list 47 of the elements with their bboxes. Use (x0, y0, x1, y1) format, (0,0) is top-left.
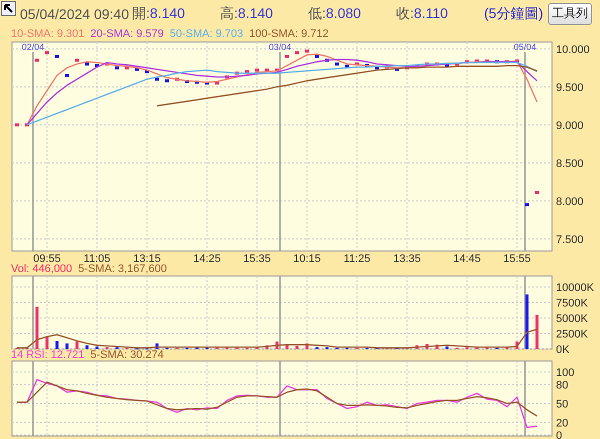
date-time: 05/04/2024 09:40 (20, 6, 130, 22)
legend-label: 10-SMA: 9.301 (11, 27, 84, 41)
date-label: 05/04 (514, 42, 536, 52)
axis-label: 8.000 (556, 196, 584, 208)
legend-label: 100-SMA: 9.712 (249, 27, 329, 41)
axis-label: 10.000 (556, 44, 590, 56)
axis-label: 7.500 (556, 234, 584, 246)
quote-label: 收: (396, 4, 414, 20)
axis-label: 13:15 (133, 253, 161, 265)
axis-label: 15:55 (503, 253, 531, 265)
quote-label: 高: (220, 4, 238, 20)
date-label: 02/04 (22, 42, 44, 52)
axis-label: 14:45 (453, 253, 481, 265)
axis-label: 11:05 (84, 253, 110, 265)
legend-label: 20-SMA: 9.579 (90, 27, 164, 41)
quote-value: 8.140 (238, 4, 273, 20)
axis-label: 80 (556, 380, 568, 392)
legend-label: 50-SMA: 9.703 (170, 27, 244, 41)
axis-label: 11:25 (344, 253, 370, 265)
axis-label: 15:35 (243, 253, 271, 265)
legend-label: 5-SMA: 30.274 (90, 350, 164, 361)
axis-label: 8.500 (556, 158, 584, 170)
axis-label: 50 (556, 398, 568, 410)
quote-value: 8.140 (150, 4, 185, 20)
quote-value: 8.080 (326, 4, 361, 20)
axis-label: 0K (556, 344, 570, 356)
quote-value: 8.110 (414, 4, 448, 20)
quote-label: 低: (308, 4, 326, 20)
axis-label: 9.500 (556, 82, 584, 94)
legend-label: Vol: 446,000 (11, 263, 72, 275)
axis-label: 20 (556, 417, 568, 430)
axis-label: 5000K (556, 313, 588, 325)
axis-label: 10:15 (293, 253, 321, 265)
axis-label: 09:55 (33, 253, 61, 265)
axis-label: 2500K (556, 328, 588, 340)
legend-label: 14 RSI: 12.721 (11, 350, 84, 361)
axis-label: 9.000 (556, 120, 584, 132)
axis-label: 10000K (556, 282, 594, 294)
legend-label: 5-SMA: 3,167,600 (78, 263, 167, 275)
interval-label: (5分鐘圖) (484, 4, 544, 22)
axis-label: 13:35 (393, 253, 421, 265)
axis-label: 7500K (556, 297, 588, 310)
axis-label: 0 (556, 430, 562, 439)
date-label: 03/04 (268, 42, 292, 52)
quote-label: 開: (132, 4, 150, 20)
axis-label: 14:25 (193, 253, 221, 265)
axis-label: 100 (556, 367, 574, 380)
